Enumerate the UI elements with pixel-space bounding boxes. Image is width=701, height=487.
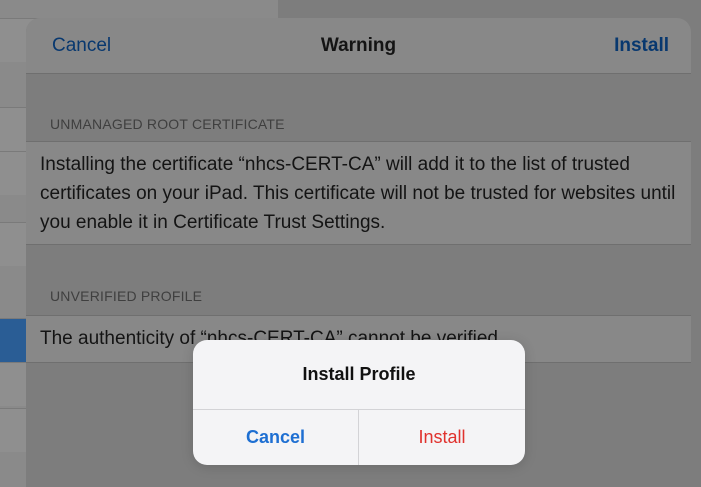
sheet-nav-bar: Cancel Warning Install bbox=[26, 18, 691, 74]
alert-install-button[interactable]: Install bbox=[359, 410, 525, 465]
alert-cancel-button[interactable]: Cancel bbox=[193, 410, 359, 465]
certificate-warning-text: Installing the certificate “nhcs-CERT-CA… bbox=[26, 141, 691, 245]
sheet-install-button[interactable]: Install bbox=[614, 35, 669, 57]
alert-title: Install Profile bbox=[193, 340, 525, 410]
sheet-title: Warning bbox=[320, 35, 397, 56]
install-profile-alert: Install Profile Cancel Install bbox=[193, 340, 525, 465]
section-header-unverified-profile: UNVERIFIED PROFILE bbox=[50, 288, 203, 304]
section-header-unmanaged-root-certificate: UNMANAGED ROOT CERTIFICATE bbox=[50, 116, 285, 132]
